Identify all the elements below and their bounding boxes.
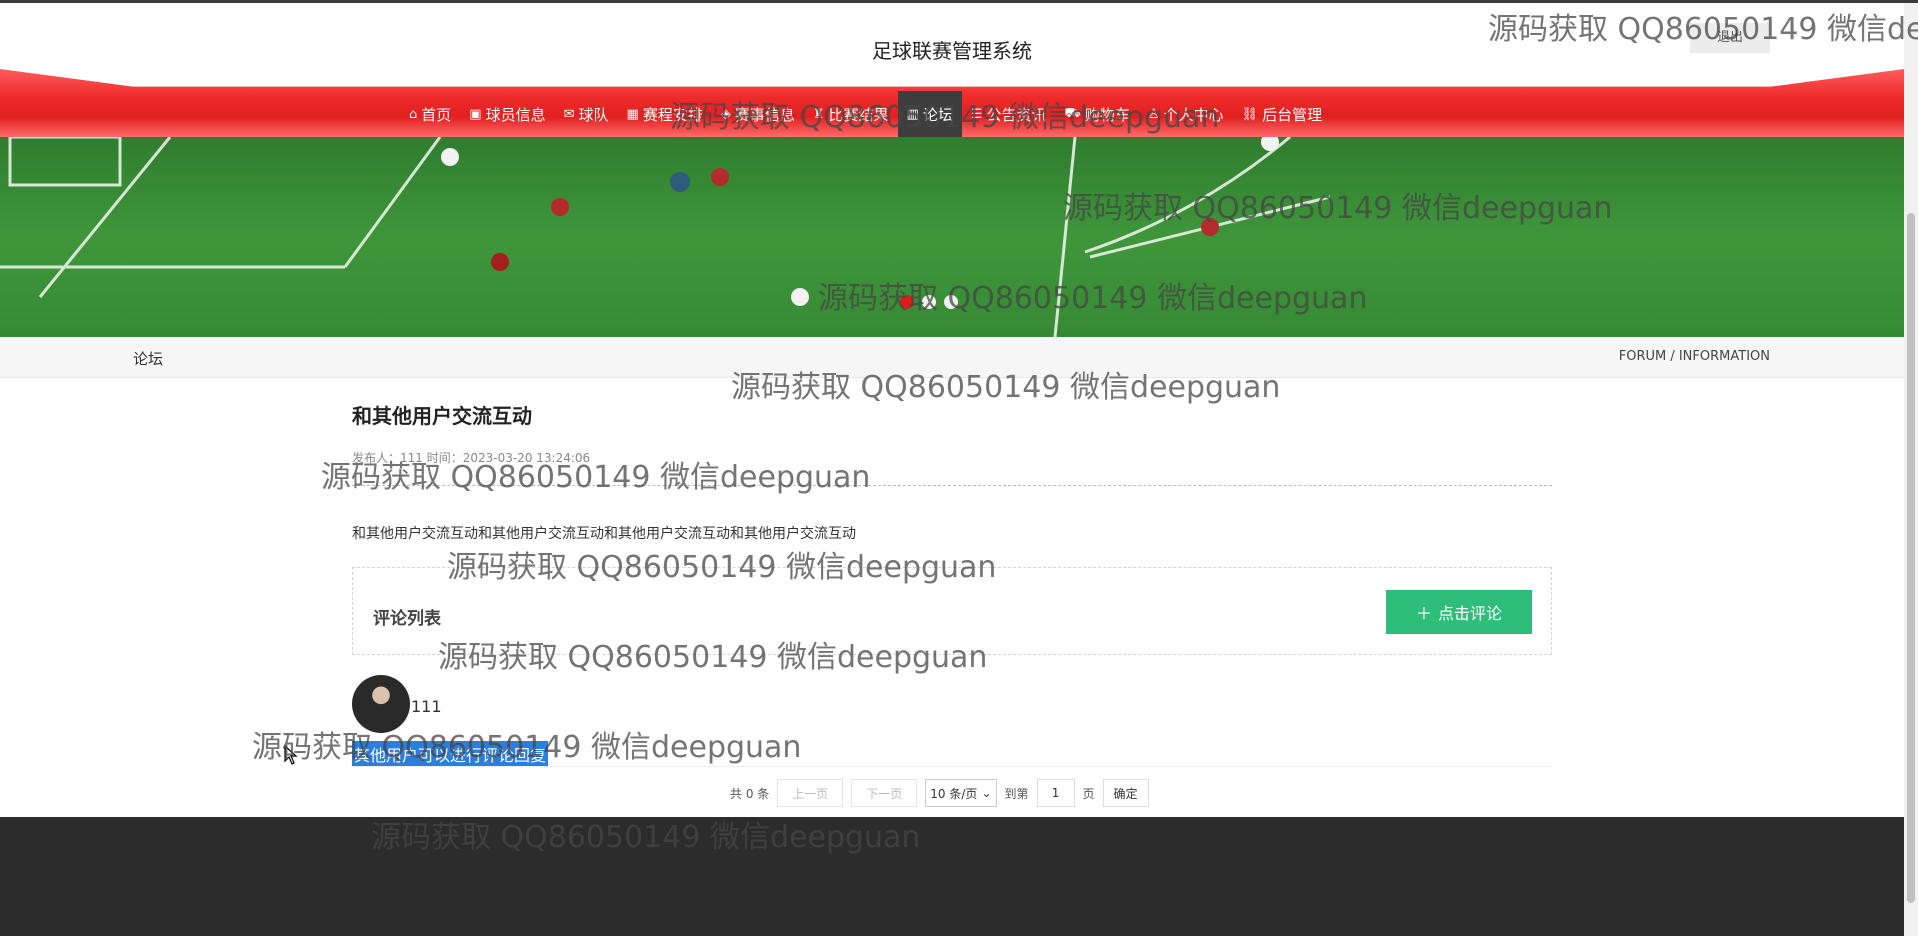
comment-user: 111 (411, 697, 442, 716)
plus-icon: ＋ (1415, 604, 1432, 623)
tag-icon: ◈ (720, 106, 731, 122)
home-icon: ⌂ (409, 106, 418, 122)
banner-carousel (0, 137, 1904, 337)
nav-item-news[interactable]: ☰ 公告资讯 (962, 91, 1056, 137)
nav-item-admin[interactable]: ⛓ 后台管理 (1233, 91, 1332, 137)
page-number-input[interactable]: 1 (1036, 779, 1075, 807)
post-title: 和其他用户交流互动 (352, 404, 532, 428)
nav-item-cart[interactable]: ⛟ 购物车 (1056, 91, 1139, 137)
cart-icon: ⛟ (1064, 105, 1081, 121)
site-title: 足球联赛管理系统 (872, 39, 1032, 63)
comment-text: 其他用户可以进行评论回复 (352, 741, 549, 767)
nav-item-forum[interactable]: ▥ 论坛 (897, 91, 962, 137)
breadcrumb-subtitle: FORUM / INFORMATION (1618, 349, 1770, 364)
mouse-cursor-icon (284, 745, 298, 765)
watermark: 源码获取 QQ86050149 微信deepguan (371, 820, 921, 855)
prev-page-button[interactable]: 上一页 (777, 779, 844, 807)
carousel-dot[interactable] (900, 295, 914, 309)
post-divider (352, 485, 1552, 486)
add-comment-label: 点击评论 (1438, 604, 1503, 623)
comment-divider (352, 766, 1552, 767)
nav-item-label: 首页 (421, 105, 452, 124)
comment-list-label: 评论列表 (373, 609, 441, 629)
breadcrumb-title: 论坛 (133, 350, 164, 368)
avatar (352, 675, 410, 733)
comment-header: 评论列表 ＋ 点击评论 (352, 567, 1552, 655)
breadcrumb: 论坛 FORUM / INFORMATION (0, 337, 1904, 378)
nav-item-profile[interactable]: ♙ 个人中心 (1139, 91, 1233, 137)
nav-item-results[interactable]: ♜ 比赛结果 (804, 91, 898, 137)
carousel-dot[interactable] (944, 295, 958, 309)
pagination: 共 0 条 上一页 下一页 10 条/页 ⌄ 到第 1 页 确定 (730, 779, 1149, 807)
confirm-page-button[interactable]: 确定 (1102, 779, 1149, 807)
nav-item-label: 赛程安排 (642, 105, 703, 124)
carousel-dot[interactable] (922, 295, 936, 309)
trophy-icon: ♜ (812, 106, 825, 122)
link-icon: ⛓ (1241, 106, 1259, 122)
page-size-value: 10 条/页 (930, 786, 978, 801)
post-meta: 发布人：111 时间：2023-03-20 13:24:06 (352, 451, 591, 465)
nav-item-events[interactable]: ◈ 赛事信息 (712, 91, 804, 137)
add-comment-button[interactable]: ＋ 点击评论 (1386, 590, 1532, 634)
notice-icon: ☰ (970, 106, 983, 122)
nav-item-label: 球队 (578, 105, 609, 124)
page: 足球联赛管理系统 退出 ⌂ 首页 ▣ 球员信息 ✉ 球队 ▦ 赛程安排 ◈ 赛事信息 ♜ 比… (0, 3, 1904, 817)
logout-button[interactable]: 退出 (1690, 23, 1770, 53)
nav-item-label: 个人中心 (1163, 105, 1224, 124)
gift-icon: ▣ (469, 106, 482, 122)
next-page-button[interactable]: 下一页 (851, 779, 918, 807)
user-icon: ♙ (1147, 106, 1160, 122)
nav-item-home[interactable]: ⌂ 首页 (400, 91, 460, 137)
site-header: 足球联赛管理系统 退出 (0, 3, 1904, 91)
page-unit-label: 页 (1082, 786, 1095, 801)
nav-item-label: 论坛 (922, 105, 953, 124)
chevron-down-icon: ⌄ (981, 786, 992, 800)
mail-icon: ✉ (563, 106, 575, 122)
carousel-dots (900, 295, 958, 309)
scrollbar-thumb[interactable] (1907, 213, 1915, 903)
nav-item-schedule[interactable]: ▦ 赛程安排 (618, 91, 712, 137)
nav-item-teams[interactable]: ✉ 球队 (555, 91, 618, 137)
pagination-total: 共 0 条 (730, 786, 770, 801)
goto-label: 到第 (1004, 786, 1029, 801)
nav-item-label: 购物车 (1084, 105, 1130, 124)
nav-item-label: 公告资讯 (986, 105, 1047, 124)
nav-item-label: 后台管理 (1262, 105, 1323, 124)
page-size-select[interactable]: 10 条/页 ⌄ (925, 779, 997, 807)
scrollbar[interactable] (1904, 3, 1918, 936)
nav-item-label: 比赛结果 (828, 105, 889, 124)
calendar-icon: ▦ (626, 106, 639, 122)
nav-menu: ⌂ 首页 ▣ 球员信息 ✉ 球队 ▦ 赛程安排 ◈ 赛事信息 ♜ 比赛结果 ▥ 论坛 ☰ 公告资… (400, 91, 1331, 137)
forum-icon: ▥ (906, 106, 919, 122)
nav-item-label: 球员信息 (485, 105, 546, 124)
nav-item-players[interactable]: ▣ 球员信息 (460, 91, 554, 137)
nav-item-label: 赛事信息 (734, 105, 795, 124)
post-content: 和其他用户交流互动和其他用户交流互动和其他用户交流互动和其他用户交流互动 (352, 526, 856, 542)
